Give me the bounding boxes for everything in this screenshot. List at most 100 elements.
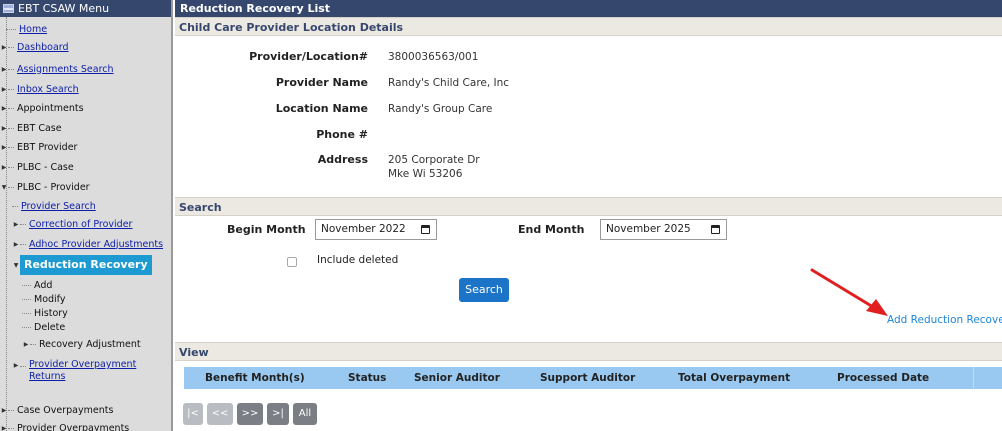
begin-month-input[interactable]: November 2022 xyxy=(315,219,437,240)
sidebar-item-provider-overpayments[interactable]: ▶ Provider Overpayments xyxy=(0,420,130,431)
column-header-benefit-months[interactable]: Benefit Month(s) xyxy=(205,372,305,384)
column-header-support-auditor[interactable]: Support Auditor xyxy=(540,372,635,384)
expand-arrow-icon[interactable]: ▶ xyxy=(0,425,8,431)
include-deleted-checkbox[interactable] xyxy=(287,257,297,267)
sidebar-item-label: PLBC - Provider xyxy=(17,181,90,193)
sidebar-item-label: Provider Overpayments xyxy=(17,422,130,431)
address-line1: 205 Corporate Dr xyxy=(388,154,480,166)
annotation-arrow xyxy=(810,268,888,316)
include-deleted-label: Include deleted xyxy=(317,254,399,266)
location-name-label: Location Name xyxy=(275,102,368,115)
sidebar-item-provider-search[interactable]: Provider Search xyxy=(12,198,96,214)
sidebar-item-correction-of-provider[interactable]: ▶ Correction of Provider xyxy=(12,216,133,232)
address-label: Address xyxy=(317,153,368,166)
sidebar-item-ebt-case[interactable]: ▶ EBT Case xyxy=(0,120,62,136)
sidebar-item-label[interactable]: Provider Overpayment Returns xyxy=(29,359,159,383)
column-header-total-overpayment[interactable]: Total Overpayment xyxy=(678,372,790,384)
sidebar-item-plbc-case[interactable]: ▶ PLBC - Case xyxy=(0,159,74,175)
menu-grid-icon xyxy=(3,4,14,13)
end-month-label: End Month xyxy=(518,223,585,236)
expand-arrow-icon[interactable]: ▶ xyxy=(12,241,20,248)
expand-arrow-icon[interactable]: ▶ xyxy=(0,44,8,51)
end-month-value: November 2025 xyxy=(606,223,691,235)
sidebar-item-adhoc-provider-adjustments[interactable]: ▶ Adhoc Provider Adjustments xyxy=(12,236,163,252)
provider-name-value: Randy's Child Care, Inc xyxy=(388,77,510,89)
sidebar-item-label[interactable]: Home xyxy=(19,24,47,35)
sidebar-item-label[interactable]: Delete xyxy=(34,322,65,333)
sidebar-item-reduction-recovery[interactable]: ▼ Reduction Recovery xyxy=(12,255,152,275)
phone-label: Phone # xyxy=(316,128,368,141)
calendar-icon[interactable] xyxy=(711,225,720,234)
search-section-header: Search xyxy=(175,197,1002,216)
expand-arrow-icon[interactable]: ▶ xyxy=(0,164,8,171)
sidebar-title: EBT CSAW Menu xyxy=(18,2,110,15)
sidebar-item-appointments[interactable]: ▶ Appointments xyxy=(0,100,84,116)
all-pages-button[interactable]: All xyxy=(293,403,317,425)
page-title: Reduction Recovery List xyxy=(175,0,1002,17)
sidebar-item-plbc-provider[interactable]: ▼ PLBC - Provider xyxy=(0,179,90,195)
expand-arrow-icon[interactable]: ▶ xyxy=(12,221,20,228)
sidebar-item-label-active[interactable]: Reduction Recovery xyxy=(20,255,152,275)
column-divider xyxy=(973,367,974,389)
expand-arrow-icon[interactable]: ▶ xyxy=(0,86,8,93)
sidebar-item-label[interactable]: Modify xyxy=(34,294,65,305)
first-page-button[interactable]: |< xyxy=(183,403,203,425)
expand-arrow-icon[interactable]: ▶ xyxy=(0,125,8,132)
search-button[interactable]: Search xyxy=(459,278,509,302)
sidebar-item-dashboard[interactable]: ▶ Dashboard xyxy=(0,39,69,55)
sidebar-item-label[interactable]: History xyxy=(34,308,68,319)
sidebar-item-provider-overpayment-returns[interactable]: ▶ Provider Overpayment Returns xyxy=(12,359,159,385)
column-header-processed-date[interactable]: Processed Date xyxy=(837,372,929,384)
calendar-icon[interactable] xyxy=(421,225,430,234)
provider-details: Provider/Location# 3800036563/001 Provid… xyxy=(175,36,1002,187)
sidebar-item-label: Case Overpayments xyxy=(17,404,114,416)
end-month-input[interactable]: November 2025 xyxy=(600,219,727,240)
sidebar-item-recovery-adjustment[interactable]: ▶ Recovery Adjustment xyxy=(22,336,141,352)
sidebar-menu: EBT CSAW Menu Home ▶ Dashboard ▶ Assignmen… xyxy=(0,0,173,431)
address-line2: Mke Wi 53206 xyxy=(388,168,463,180)
begin-month-label: Begin Month xyxy=(227,223,306,236)
sidebar-item-label: Appointments xyxy=(17,102,84,114)
sidebar-item-label[interactable]: Dashboard xyxy=(17,42,69,53)
results-table-header: Benefit Month(s) Status Senior Auditor S… xyxy=(184,367,1002,389)
expand-arrow-icon[interactable]: ▶ xyxy=(12,362,20,369)
sidebar-item-label: EBT Case xyxy=(17,122,62,134)
sidebar-item-label[interactable]: Adhoc Provider Adjustments xyxy=(29,239,163,250)
sidebar-header: EBT CSAW Menu xyxy=(0,0,171,17)
sidebar-item-label[interactable]: Correction of Provider xyxy=(29,219,132,230)
expand-arrow-icon[interactable]: ▶ xyxy=(0,407,8,414)
sidebar-item-label[interactable]: Assignments Search xyxy=(17,64,114,75)
tree-connector xyxy=(6,17,7,431)
sidebar-item-inbox-search[interactable]: ▶ Inbox Search xyxy=(0,81,79,97)
sidebar-item-label: PLBC - Case xyxy=(17,161,74,173)
details-section-header: Child Care Provider Location Details xyxy=(175,17,1002,36)
sidebar-item-label[interactable]: Inbox Search xyxy=(17,84,79,95)
address-value: 205 Corporate Dr Mke Wi 53206 xyxy=(388,153,480,181)
provider-location-value: 3800036563/001 xyxy=(388,51,479,63)
sidebar-item-case-overpayments[interactable]: ▶ Case Overpayments xyxy=(0,402,114,418)
expand-arrow-icon[interactable]: ▶ xyxy=(0,66,8,73)
column-header-status[interactable]: Status xyxy=(348,372,386,384)
previous-page-button[interactable]: << xyxy=(207,403,233,425)
sidebar-item-ebt-provider[interactable]: ▶ EBT Provider xyxy=(0,139,78,155)
begin-month-value: November 2022 xyxy=(321,223,406,235)
sidebar-item-assignments-search[interactable]: ▶ Assignments Search xyxy=(0,61,114,77)
column-header-senior-auditor[interactable]: Senior Auditor xyxy=(414,372,500,384)
main-content: Reduction Recovery List Child Care Provi… xyxy=(175,0,1002,431)
sidebar-item-label[interactable]: Add xyxy=(34,280,52,291)
next-page-button[interactable]: >> xyxy=(237,403,263,425)
add-reduction-recovery-link[interactable]: Add Reduction Recover xyxy=(887,314,1002,326)
expand-arrow-icon[interactable]: ▶ xyxy=(22,341,30,348)
collapse-arrow-icon[interactable]: ▼ xyxy=(12,262,20,269)
sidebar-item-delete[interactable]: Delete xyxy=(22,319,65,335)
sidebar-item-home[interactable]: Home xyxy=(0,21,47,37)
provider-location-label: Provider/Location# xyxy=(249,50,368,63)
sidebar-item-label[interactable]: Provider Search xyxy=(21,201,96,212)
expand-arrow-icon[interactable]: ▶ xyxy=(0,144,8,151)
pagination: |< << >> >| All xyxy=(183,403,317,425)
last-page-button[interactable]: >| xyxy=(267,403,289,425)
collapse-arrow-icon[interactable]: ▼ xyxy=(0,184,8,191)
expand-arrow-icon[interactable]: ▶ xyxy=(0,105,8,112)
sidebar-item-label: Recovery Adjustment xyxy=(39,338,141,350)
provider-name-label: Provider Name xyxy=(275,76,368,89)
